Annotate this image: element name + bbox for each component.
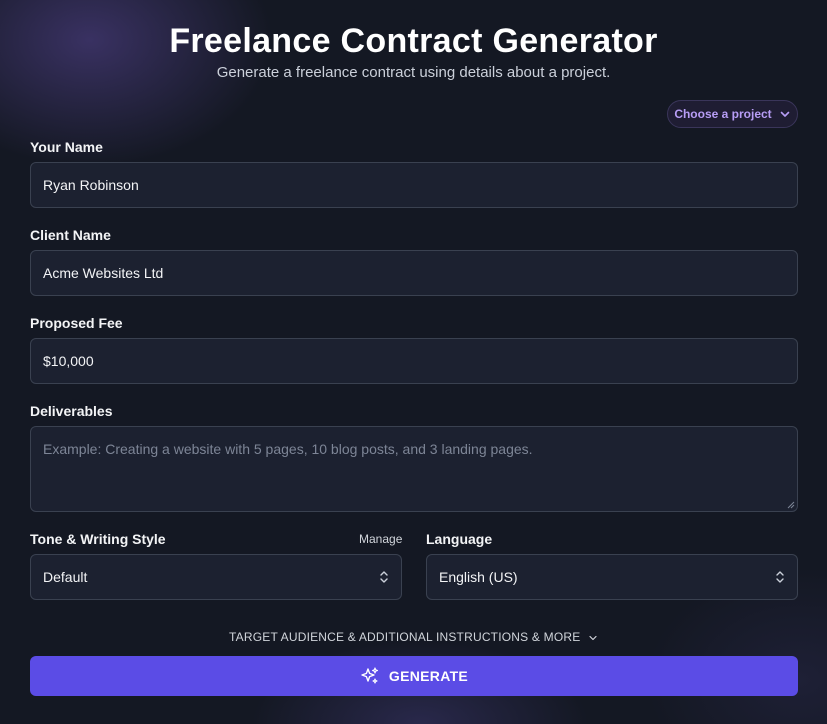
generate-label: GENERATE — [388, 668, 469, 684]
sparkles-icon — [361, 667, 378, 684]
client-name-label: Client Name — [30, 227, 111, 243]
proposed-fee-label: Proposed Fee — [30, 315, 123, 331]
tone-select[interactable]: Default — [30, 554, 402, 600]
chevron-down-icon — [780, 111, 789, 117]
page-subtitle: Generate a freelance contract using deta… — [216, 64, 611, 81]
tone-selected-value: Default — [43, 569, 88, 585]
select-updown-icon — [380, 571, 388, 583]
your-name-value: Ryan Robinson — [43, 177, 139, 193]
choose-project-label: Choose a project — [674, 107, 772, 121]
client-name-value: Acme Websites Ltd — [43, 265, 164, 281]
your-name-label: Your Name — [30, 139, 103, 155]
manage-tones-link[interactable]: Manage — [359, 532, 402, 546]
chevron-down-icon — [589, 635, 597, 640]
deliverables-placeholder: Example: Creating a website with 5 pages… — [43, 441, 533, 457]
select-updown-icon — [776, 571, 784, 583]
proposed-fee-input[interactable]: $10,000 — [30, 338, 798, 384]
advanced-options-toggle[interactable]: TARGET AUDIENCE & ADDITIONAL INSTRUCTION… — [0, 630, 827, 644]
deliverables-textarea[interactable]: Example: Creating a website with 5 pages… — [30, 426, 798, 512]
page-title: Freelance Contract Generator — [169, 22, 658, 60]
choose-project-button[interactable]: Choose a project — [667, 100, 798, 128]
advanced-options-label: TARGET AUDIENCE & ADDITIONAL INSTRUCTION… — [229, 630, 581, 644]
client-name-input[interactable]: Acme Websites Ltd — [30, 250, 798, 296]
language-selected-value: English (US) — [439, 569, 518, 585]
proposed-fee-value: $10,000 — [43, 353, 94, 369]
generate-button[interactable]: GENERATE — [30, 656, 798, 696]
tone-label: Tone & Writing Style — [30, 531, 166, 547]
language-select[interactable]: English (US) — [426, 554, 798, 600]
resize-grip-icon[interactable] — [787, 501, 795, 509]
deliverables-label: Deliverables — [30, 403, 113, 419]
your-name-input[interactable]: Ryan Robinson — [30, 162, 798, 208]
language-label: Language — [426, 531, 493, 547]
